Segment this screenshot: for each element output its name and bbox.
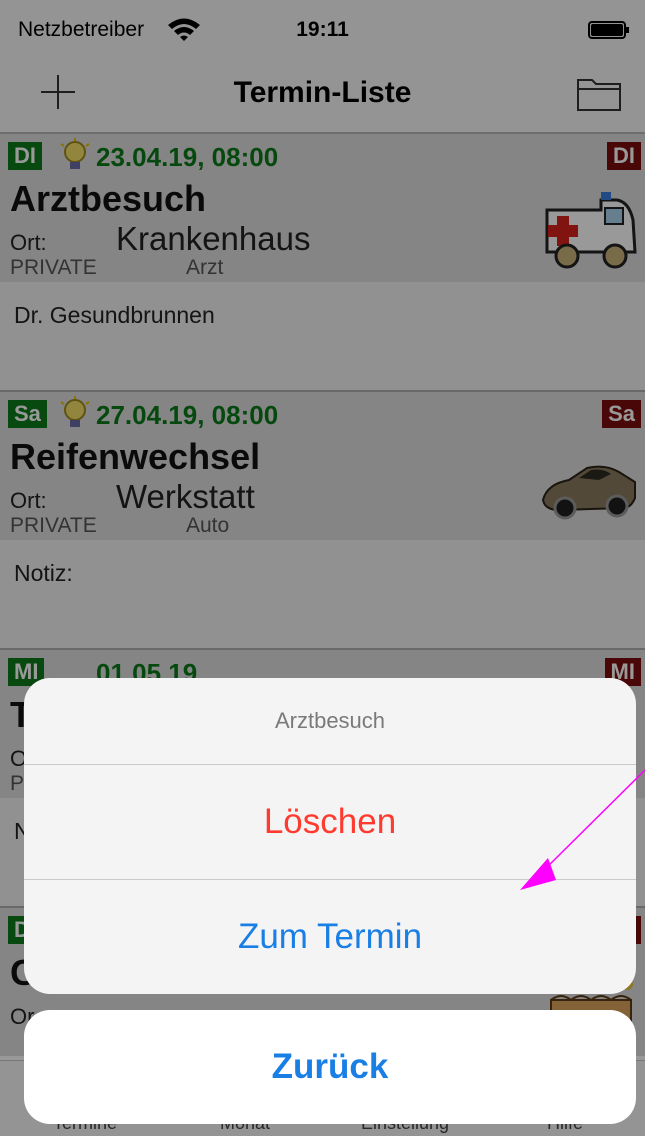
screen: Netzbetreiber 19:11 Termin-Liste DI 23.0… — [0, 0, 645, 1136]
cancel-button[interactable]: Zurück — [24, 1010, 636, 1124]
action-sheet-title: Arztbesuch — [274, 708, 386, 733]
action-sheet: Arztbesuch Löschen Zum Termin — [24, 678, 636, 994]
goto-appointment-button[interactable]: Zum Termin — [24, 880, 636, 994]
delete-button[interactable]: Löschen — [24, 765, 636, 879]
